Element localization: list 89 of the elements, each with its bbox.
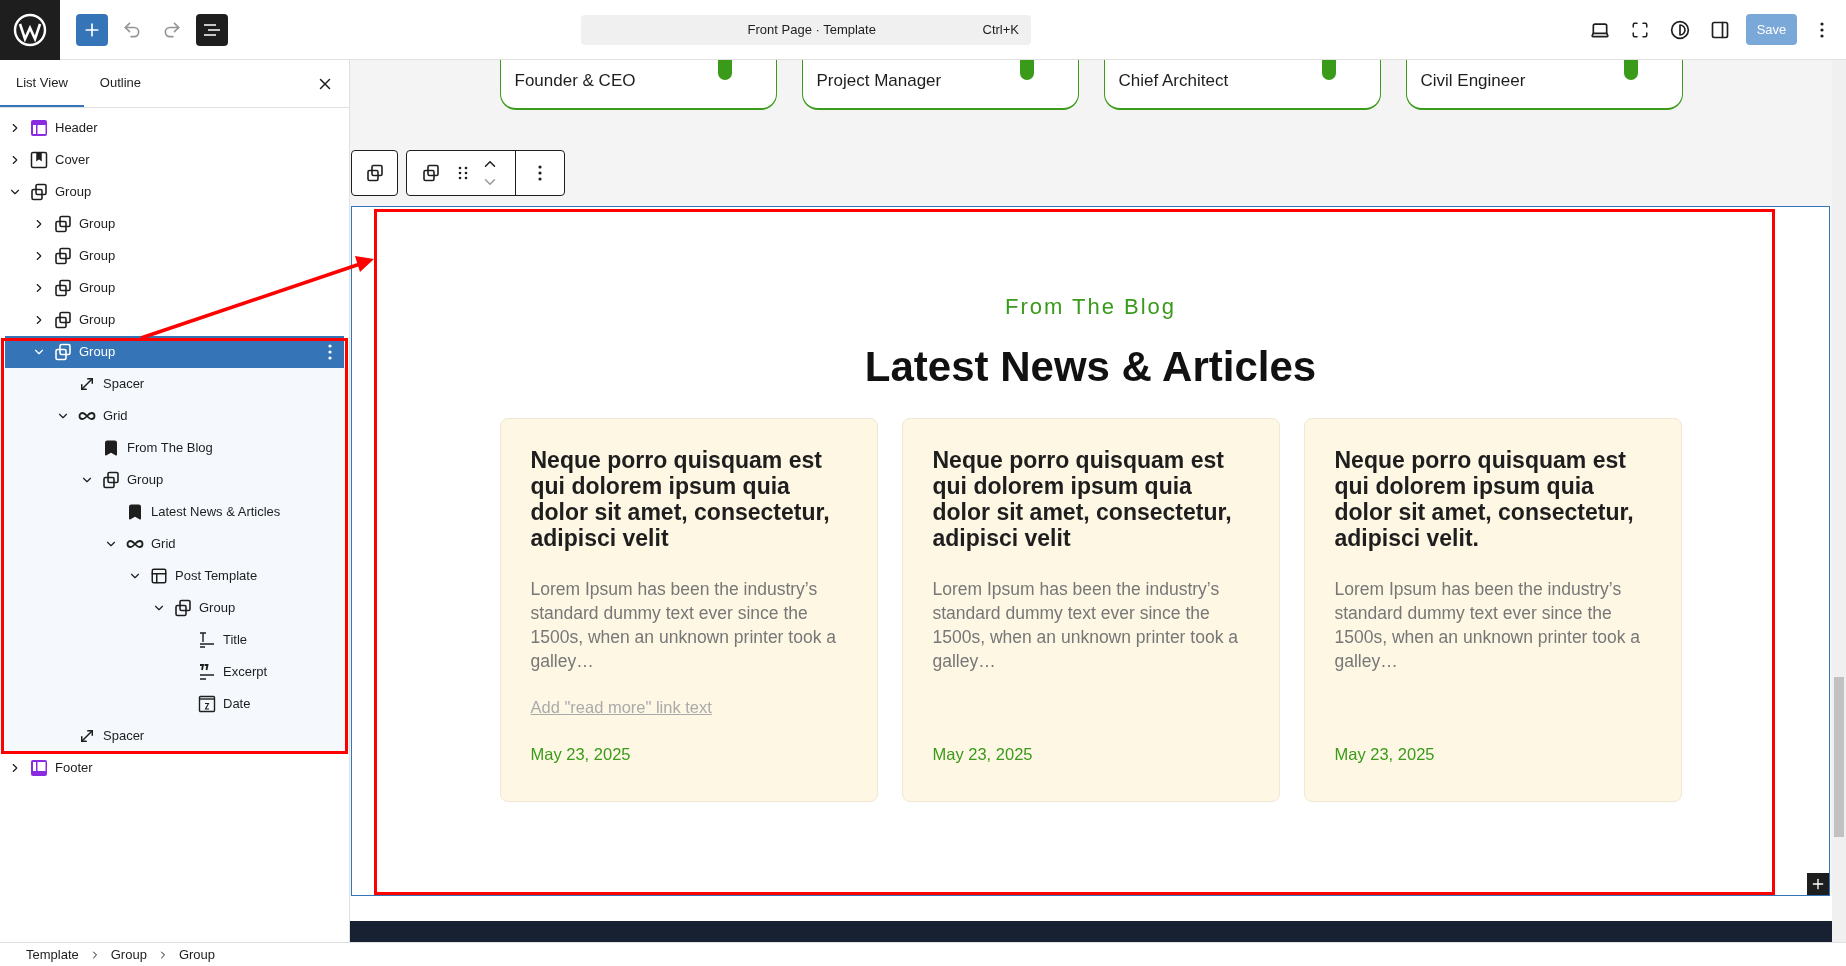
post-excerpt: Lorem Ipsum has been the industry’s standard dummy text ever since the 1500s, when an unknown printer took a galley… (1334, 578, 1641, 673)
group-icon (365, 164, 384, 182)
post-excerpt: Lorem Ipsum has been the industry’s standard dummy text ever since the 1500s, when an unknown printer took a galley… (932, 578, 1239, 673)
tree-item-label: Group (199, 599, 237, 618)
tree-item[interactable]: Cover (5, 144, 344, 176)
tree-item-label: Group (55, 183, 93, 202)
post-title: Neque porro quisquam est qui dolorem ipsum quia dolor sit amet, consectetur, adipisci velit. (1334, 447, 1635, 551)
undo-icon (122, 19, 142, 40)
group-icon (174, 599, 192, 617)
group-icon (54, 343, 72, 361)
section-eyebrow: From The Blog (1004, 295, 1177, 319)
group-icon (102, 471, 120, 489)
quote-lines-icon (198, 663, 216, 681)
tree-item-label: Spacer (103, 727, 146, 746)
more-icon[interactable] (328, 344, 332, 360)
tree-item[interactable]: Group (5, 208, 344, 240)
team-role: Chief Architect (1118, 70, 1229, 92)
tree-item[interactable]: Group (5, 272, 344, 304)
breadcrumb-item[interactable]: Group (178, 944, 216, 965)
cover-icon (30, 151, 48, 169)
wordpress-logo[interactable] (0, 0, 60, 60)
tree-item-label: Group (79, 311, 117, 330)
post-title: Neque porro quisquam est qui dolorem ipsum quia dolor sit amet, consectetur, adipisci velit (932, 447, 1233, 551)
team-role: Civil Engineer (1420, 70, 1526, 92)
tree-item-label: Cover (55, 151, 91, 170)
group-icon (54, 311, 72, 329)
tree-item-label: Header (55, 119, 99, 138)
tree-item[interactable]: Group (5, 176, 344, 208)
more-icon (538, 165, 542, 181)
drag-dots-icon (458, 166, 468, 180)
tree-item-label: From The Blog (127, 439, 214, 458)
post-date: May 23, 2025 (530, 744, 632, 766)
diagonal-arrow-icon (78, 727, 96, 745)
tree-item-label: Latest News & Articles (151, 503, 282, 522)
add-block-button[interactable] (76, 13, 108, 46)
tree-item-label: Group (79, 343, 117, 362)
tree-item-label: Title (223, 631, 249, 650)
list-view-button[interactable] (196, 13, 228, 46)
tree-item-label: Footer (55, 759, 94, 778)
group-icon (54, 215, 72, 233)
more-icon (1820, 21, 1824, 38)
tree-item-label: Post Template (175, 567, 259, 586)
tree-item-label: Spacer (103, 375, 146, 394)
tree-item[interactable]: Group (5, 240, 344, 272)
tree-item-label: Group (127, 471, 165, 490)
scrollbar[interactable] (1832, 60, 1846, 942)
footer-icon (30, 759, 48, 777)
bookmark-icon (126, 503, 144, 521)
sidebar-tab[interactable]: List View (0, 60, 84, 107)
group-icon (422, 164, 440, 182)
add-block-button[interactable] (1807, 873, 1829, 895)
title-icon (198, 631, 216, 649)
breadcrumb-item[interactable]: Group (110, 944, 147, 965)
header-icon (30, 119, 48, 137)
breadcrumb-item[interactable]: Template (26, 944, 79, 965)
post-date: May 23, 2025 (932, 744, 1034, 766)
tree-item-label: Excerpt (223, 663, 269, 682)
team-role: Project Manager (816, 70, 942, 92)
document-title: Front Page · Template (746, 20, 877, 39)
section-heading: Latest News & Articles (864, 342, 1317, 392)
select-parent-button[interactable] (351, 150, 398, 196)
layout-icon (150, 567, 168, 585)
contrast-icon (1670, 19, 1690, 40)
tree-item[interactable]: Footer (5, 752, 344, 784)
post-date: May 23, 2025 (1334, 744, 1436, 766)
group-icon (54, 247, 72, 265)
tree-item-label: Grid (103, 407, 129, 426)
team-role: Founder & CEO (514, 70, 636, 92)
post-excerpt: Lorem Ipsum has been the industry’s standard dummy text ever since the 1500s, when an unknown printer took a galley… (530, 578, 837, 673)
tree-item-label: Group (79, 279, 117, 298)
shortcut-label: Ctrl+K (982, 20, 1020, 39)
plus-icon (1810, 876, 1826, 892)
tree-item-label: Grid (151, 535, 177, 554)
tree-item-label: Date (223, 695, 252, 714)
fullscreen-icon (1631, 20, 1649, 39)
diagonal-arrow-icon (78, 375, 96, 393)
calendar-icon (198, 695, 216, 713)
tree-item-label: Group (79, 215, 117, 234)
post-title: Neque porro quisquam est qui dolorem ipsum quia dolor sit amet, consectetur, adipisci velit (530, 447, 831, 551)
group-icon (30, 183, 48, 201)
tree-item[interactable]: Header (5, 112, 344, 144)
tree-item-label: Group (79, 247, 117, 266)
command-bar[interactable]: Front Page · Template Ctrl+K (581, 14, 1031, 45)
tree-item[interactable]: Group (5, 304, 344, 336)
redo-icon (162, 19, 182, 40)
group-icon (54, 279, 72, 297)
bookmark-icon (102, 439, 120, 457)
sidebar-icon (1710, 19, 1730, 40)
sidebar-tab[interactable]: Outline (83, 60, 157, 107)
